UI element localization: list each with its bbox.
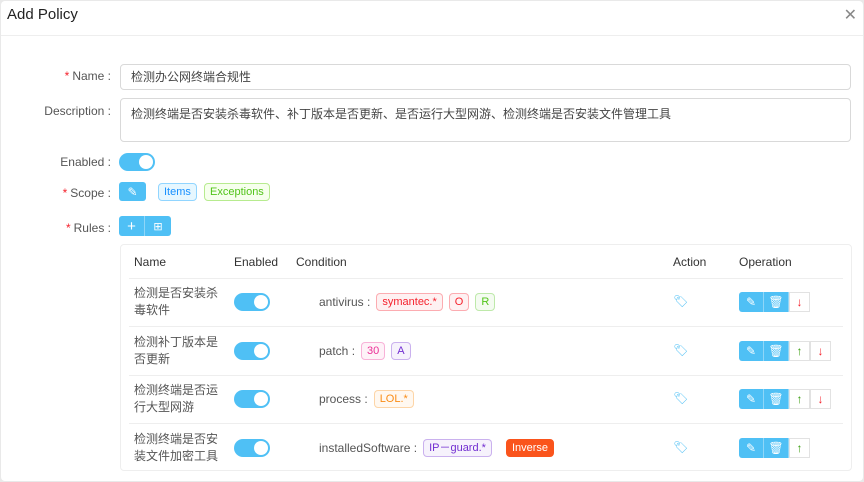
name-label: * Name : xyxy=(64,69,111,83)
rule-condition: antivirus : symantec.* O R xyxy=(319,293,496,311)
inverse-badge: Inverse xyxy=(505,438,555,457)
move-up-button[interactable]: ↑ xyxy=(789,389,810,409)
tag-icon[interactable]: 🏷︎ xyxy=(673,440,688,454)
condition-tag: IP－guard.* xyxy=(423,438,492,457)
rule-condition: installedSoftware : IP－guard.* Inverse xyxy=(319,438,555,457)
description-textarea[interactable]: 检测终端是否安装杀毒软件、补丁版本是否更新、是否运行大型网游、检测终端是否安装文… xyxy=(120,98,851,142)
scope-exceptions-tag[interactable]: Exceptions xyxy=(204,183,270,201)
rule-name: 检测是否安装杀毒软件 xyxy=(134,286,219,317)
trash-icon: 🗑︎ xyxy=(768,440,784,455)
table-row: 检测是否安装杀毒软件 antivirus : symantec.* O R 🏷︎ ✎ 🗑… xyxy=(121,278,851,327)
close-icon[interactable]: ✕ xyxy=(844,5,857,25)
condition-key: patch : xyxy=(319,343,356,358)
table-row: 检测终端是否运行大型网游 process : LOL.* 🏷︎ ✎ 🗑︎ ↑ ↓ xyxy=(121,375,851,424)
arrow-down-icon: ↓ xyxy=(796,295,803,309)
rule-condition: patch : 30 A xyxy=(319,341,411,360)
edit-rule-button[interactable]: ✎ xyxy=(739,292,764,312)
edit-rule-button[interactable]: ✎ xyxy=(739,340,764,361)
rule-enabled-toggle[interactable] xyxy=(234,390,270,408)
trash-icon: 🗑︎ xyxy=(768,392,784,406)
edit-rule-button[interactable]: ✎ xyxy=(739,389,764,409)
description-label: Description : xyxy=(44,104,111,118)
tag-icon[interactable]: 🏷︎ xyxy=(673,343,688,357)
row-operations: ✎ 🗑︎ ↑ ↓ xyxy=(739,389,831,409)
table-row: 检测补丁版本是否更新 patch : 30 A 🏷︎ ✎ 🗑︎ ↑ ↓ xyxy=(121,327,851,376)
header-enabled: Enabled xyxy=(234,255,279,269)
rule-enabled-toggle[interactable] xyxy=(234,293,270,311)
move-up-button[interactable]: ↑ xyxy=(789,437,810,458)
edit-icon: ✎ xyxy=(745,440,757,455)
rule-enabled-toggle[interactable] xyxy=(234,438,270,457)
tag-icon[interactable]: 🏷︎ xyxy=(673,391,688,405)
rule-condition: process : LOL.* xyxy=(319,390,414,408)
condition-key: antivirus : xyxy=(319,295,371,309)
condition-tag: 30 xyxy=(361,341,386,360)
rule-name: 检测补丁版本是否更新 xyxy=(134,334,219,366)
edit-icon: ✎ xyxy=(127,184,138,199)
arrow-up-icon: ↑ xyxy=(796,343,803,358)
modal-title: Add Policy xyxy=(7,6,78,23)
grid-icon: ⊞ xyxy=(153,220,163,233)
name-input[interactable]: 检测办公网终端合规性 xyxy=(120,64,851,90)
arrow-down-icon: ↓ xyxy=(817,392,824,406)
trash-icon: 🗑︎ xyxy=(768,343,784,358)
move-down-button[interactable]: ↓ xyxy=(810,389,831,409)
row-operations: ✎ 🗑︎ ↓ xyxy=(739,292,810,312)
enabled-toggle[interactable] xyxy=(119,153,155,171)
plus-icon: + xyxy=(127,217,136,235)
rule-name: 检测终端是否安装文件加密工具 xyxy=(134,431,219,463)
edit-icon: ✎ xyxy=(745,343,757,358)
add-rule-button[interactable]: + xyxy=(119,216,145,236)
delete-rule-button[interactable]: 🗑︎ xyxy=(764,340,789,361)
condition-key: process : xyxy=(319,392,368,406)
row-operations: ✎ 🗑︎ ↑ ↓ xyxy=(739,340,831,361)
header-action: Action xyxy=(673,255,707,269)
trash-icon: 🗑︎ xyxy=(768,295,784,309)
rule-name: 检测终端是否运行大型网游 xyxy=(134,383,219,414)
add-policy-modal: Add Policy ✕ * Name : 检测办公网终端合规性 Descript… xyxy=(1,1,863,481)
arrow-up-icon: ↑ xyxy=(796,392,803,406)
rules-table: Name Enabled Condition Action Operation … xyxy=(120,244,852,471)
rule-enabled-toggle[interactable] xyxy=(234,341,270,360)
delete-rule-button[interactable]: 🗑︎ xyxy=(764,437,789,458)
edit-rule-button[interactable]: ✎ xyxy=(739,437,764,458)
edit-icon: ✎ xyxy=(745,295,757,309)
enabled-label: Enabled : xyxy=(60,155,111,169)
arrow-down-icon: ↓ xyxy=(817,343,824,358)
condition-key: installedSoftware : xyxy=(319,440,418,455)
condition-tag: A xyxy=(391,341,411,360)
rules-label: * Rules : xyxy=(65,221,111,235)
header-condition: Condition xyxy=(296,255,347,269)
edit-icon: ✎ xyxy=(745,392,757,406)
delete-rule-button[interactable]: 🗑︎ xyxy=(764,292,789,312)
arrow-up-icon: ↑ xyxy=(796,440,803,455)
table-row: 检测终端是否安装文件加密工具 installedSoftware : IP－gua… xyxy=(121,424,851,473)
move-down-button[interactable]: ↓ xyxy=(789,292,810,312)
move-down-button[interactable]: ↓ xyxy=(810,340,831,361)
scope-edit-button[interactable]: ✎ xyxy=(119,182,146,201)
condition-tag: symantec.* xyxy=(376,293,443,311)
condition-tag: R xyxy=(475,293,496,311)
tag-icon[interactable]: 🏷︎ xyxy=(673,294,688,308)
delete-rule-button[interactable]: 🗑︎ xyxy=(764,389,789,409)
rule-grid-button[interactable]: ⊞ xyxy=(145,216,171,236)
divider xyxy=(1,35,863,36)
condition-tag: LOL.* xyxy=(373,390,414,408)
scope-label: * Scope : xyxy=(62,186,111,200)
header-operation: Operation xyxy=(739,255,792,269)
scope-items-tag[interactable]: Items xyxy=(158,183,197,201)
row-operations: ✎ 🗑︎ ↑ xyxy=(739,437,810,458)
move-up-button[interactable]: ↑ xyxy=(789,340,810,361)
header-name: Name xyxy=(134,255,167,269)
condition-tag: O xyxy=(448,293,470,311)
